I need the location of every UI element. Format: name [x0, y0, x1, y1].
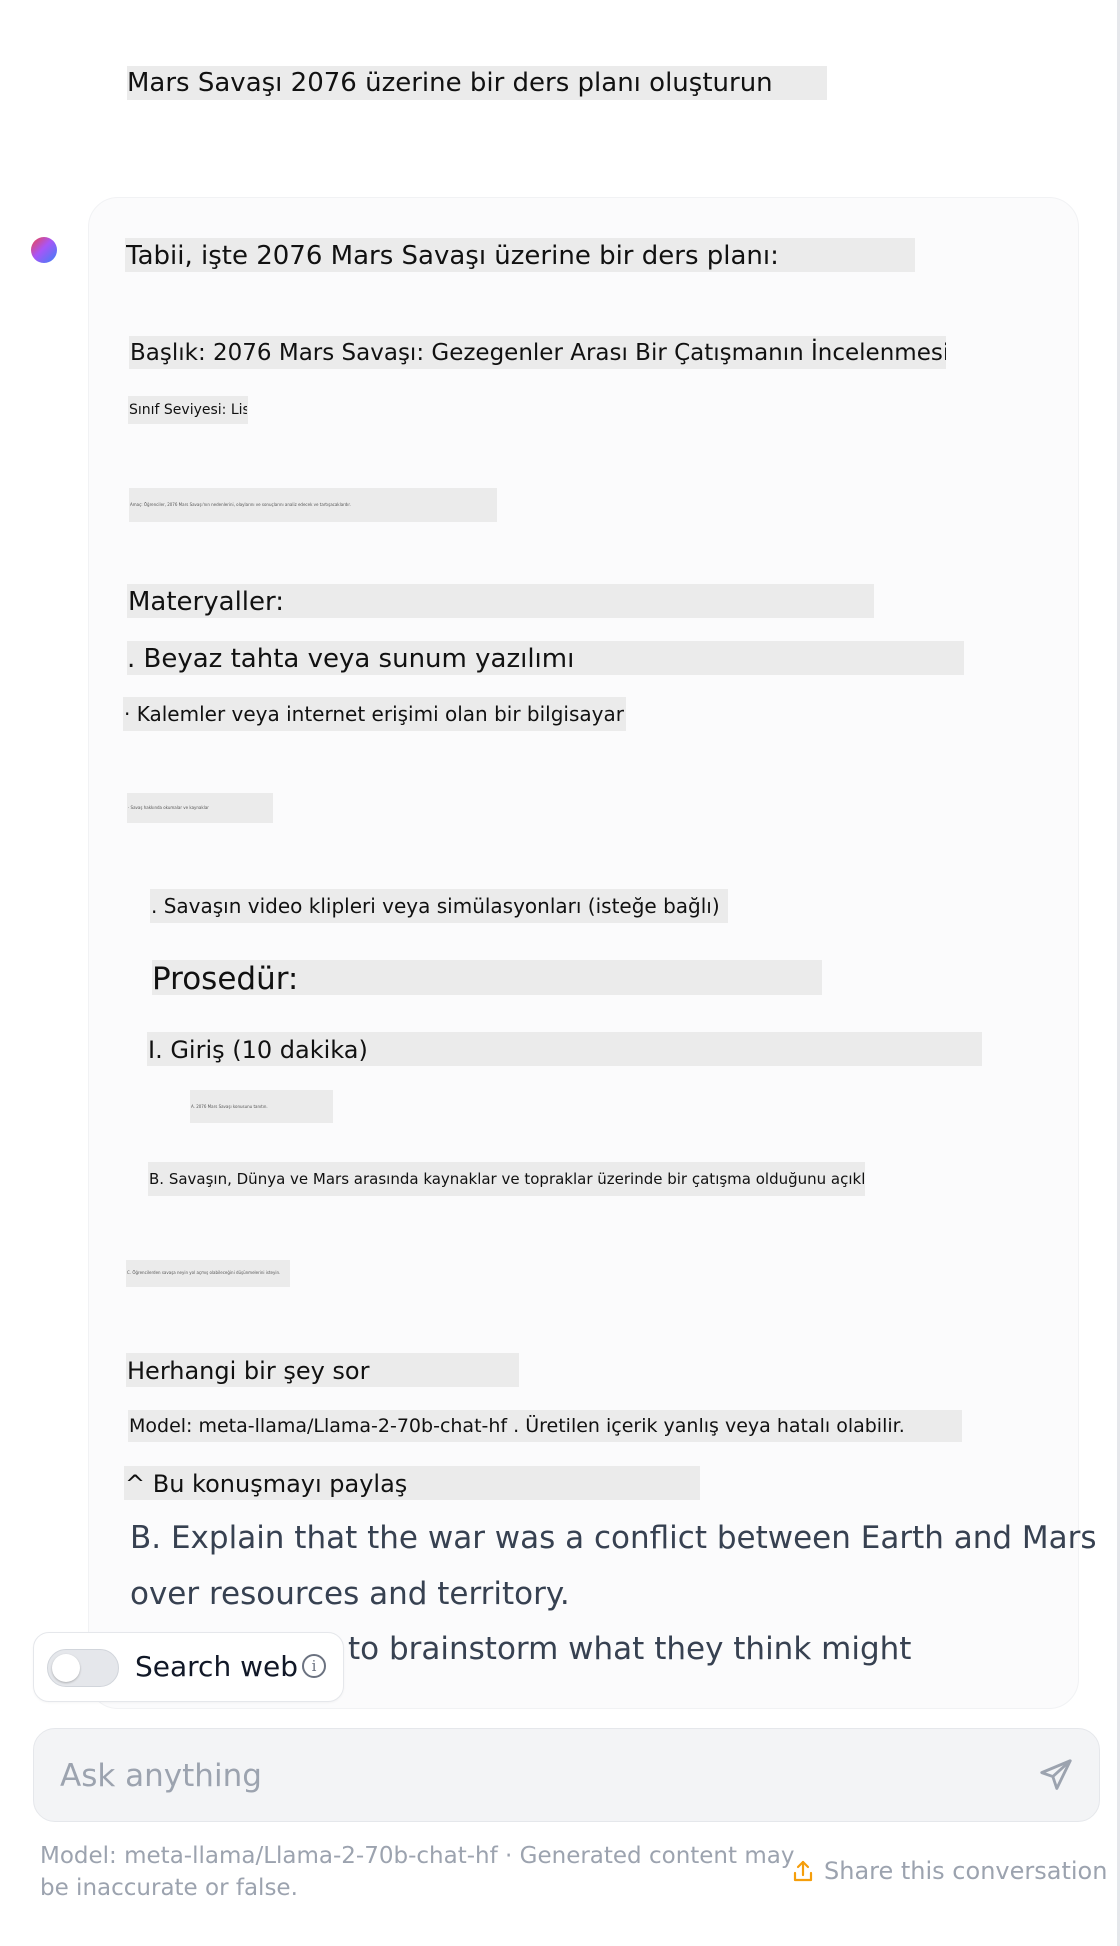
- material-item-3: · Savaş hakkında okumalar ve kaynaklar: [128, 805, 209, 810]
- response-line-en-2: over resources and territory.: [130, 1576, 570, 1612]
- toggle-knob: [52, 1654, 80, 1682]
- user-message: Mars Savaşı 2076 üzerine bir ders planı …: [127, 68, 773, 98]
- assistant-avatar: [31, 237, 57, 263]
- ask-input[interactable]: [58, 1729, 1022, 1822]
- info-icon[interactable]: i: [302, 1654, 326, 1678]
- ask-placeholder-tr: Herhangi bir şey sor: [127, 1357, 370, 1385]
- step-c: C. Öğrencilerden savaşa neyin yol açmış …: [127, 1270, 281, 1275]
- lesson-title: Başlık: 2076 Mars Savaşı: Gezegenler Ara…: [130, 340, 946, 366]
- material-item-1: . Beyaz tahta veya sunum yazılımı: [127, 644, 575, 674]
- response-intro: Tabii, işte 2076 Mars Savaşı üzerine bir…: [126, 241, 779, 271]
- send-icon: [1040, 1759, 1072, 1790]
- model-disclaimer: Model: meta-llama/Llama-2-70b-chat-hf · …: [40, 1843, 795, 1901]
- procedure-heading: Prosedür:: [152, 961, 299, 997]
- share-label-tr: ^ Bu konuşmayı paylaş: [125, 1470, 408, 1498]
- materials-heading: Materyaller:: [128, 587, 284, 617]
- lesson-objective: Amaç: Öğrenciler, 2076 Mars Savaşı'nın n…: [130, 502, 351, 507]
- intro-section-heading: I. Giriş (10 dakika): [148, 1036, 368, 1064]
- send-button[interactable]: [1037, 1756, 1075, 1794]
- step-a: A. 2076 Mars Savaşı konusunu tanıtın.: [191, 1104, 268, 1109]
- material-item-4: . Savaşın video klipleri veya simülasyon…: [151, 894, 720, 918]
- step-b: B. Savaşın, Dünya ve Mars arasında kayna…: [149, 1170, 864, 1188]
- model-note-tr: Model: meta-llama/Llama-2-70b-chat-hf . …: [129, 1415, 905, 1437]
- share-icon: [793, 1860, 813, 1882]
- response-line-en-3: s to brainstorm what they think might: [322, 1631, 912, 1667]
- search-web-label: Search web: [135, 1650, 298, 1683]
- search-web-toggle-container: Search web i: [33, 1632, 344, 1702]
- share-conversation-button[interactable]: Share this conversation: [792, 1853, 1107, 1889]
- material-item-2: · Kalemler veya internet erişimi olan bi…: [124, 702, 624, 726]
- response-line-en-1: B. Explain that the war was a conflict b…: [130, 1520, 1097, 1556]
- composer: [33, 1728, 1100, 1822]
- share-conversation-label: Share this conversation: [824, 1857, 1108, 1885]
- search-web-toggle[interactable]: [47, 1649, 119, 1687]
- grade-level: Sınıf Seviyesi: Lise: [129, 402, 247, 418]
